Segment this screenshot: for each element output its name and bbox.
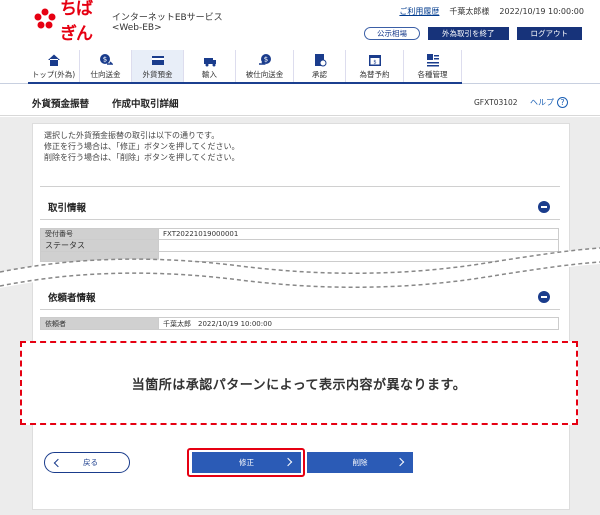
notice-line: 削除を行う場合は、「削除」ボタンを押してください。 [44,153,240,162]
last-login: 2022/10/19 10:00:00 [499,7,584,16]
main-nav: トップ(外為) $ 仕向送金 外貨預金 輸入 $ 被仕向送金 承認 $ 為替予約… [28,50,462,84]
header-buttons: 公示相場 外為取引を終了 ログアウト [364,27,582,40]
public-rates-button[interactable]: 公示相場 [364,27,420,40]
collapse-transaction-icon[interactable] [538,201,550,213]
section-divider [40,186,560,187]
nav-item-remit-out[interactable]: $ 仕向送金 [80,50,132,82]
title-bar: 外貨預金振替 作成中取引詳細 GFXT03102 ヘルプ ? [0,88,600,116]
delete-label: 削除 [352,458,368,467]
back-button[interactable]: 戻る [44,452,130,473]
svg-text:$: $ [373,59,376,65]
chevron-left-icon [53,458,63,467]
approve-icon [314,53,326,66]
notice-text: 選択した外貨預金振替の取引は以下の通りです。 修正を行う場合は、「修正」ボタンを… [44,130,240,163]
nav-item-import[interactable]: 輸入 [184,50,236,82]
collapse-requester-icon[interactable] [538,291,550,303]
nav-item-remit-in[interactable]: $ 被仕向送金 [236,50,294,82]
forex-reserve-icon: $ [368,54,381,66]
usage-history-link[interactable]: ご利用履歴 [399,6,439,17]
deposit-icon [151,55,164,65]
back-label: 戻る [83,458,98,467]
requester-table: 依頼者 千葉太郎 2022/10/19 10:00:00 [40,317,559,330]
nav-label: 各種管理 [417,69,448,79]
nav-item-forex-reserve[interactable]: $ 為替予約 [346,50,404,82]
chibagin-logo-icon [34,8,56,30]
table-cell: FXT20221019000001 [158,228,559,240]
svg-text:$: $ [102,55,106,63]
table-cell: 千葉太郎 2022/10/19 10:00:00 [158,317,559,330]
nav-label: 承認 [312,69,327,79]
logout-button[interactable]: ログアウト [516,27,582,40]
nav-item-fx-deposit[interactable]: 外貨預金 [132,50,184,82]
help-link[interactable]: ヘルプ ? [530,97,568,108]
table-row: 受付番号 FXT20221019000001 [40,228,559,240]
table-header-cell: 受付番号 [40,228,159,240]
nav-item-management[interactable]: 各種管理 [404,50,462,82]
nav-item-top[interactable]: トップ(外為) [28,50,80,82]
nav-label: 外貨預金 [142,69,173,79]
home-icon [47,54,60,66]
transaction-section-title: 取引情報 [48,203,87,214]
remit-in-icon: $ [258,53,271,65]
header: ちばぎん インターネットEBサービス <Web-EB> ご利用履歴 千葉太郎様 … [0,0,600,48]
notice-line: 選択した外貨預金振替の取引は以下の通りです。 [44,131,220,140]
section-divider [40,309,560,310]
bank-logo[interactable]: ちばぎん インターネットEBサービス <Web-EB> [34,0,234,44]
section-divider [40,219,560,220]
chevron-right-icon [395,457,405,467]
nav-label: 仕向送金 [90,69,121,79]
import-icon [203,57,216,66]
nav-label: 為替予約 [359,69,390,79]
page-title: 外貨預金振替 [32,99,90,110]
table-header-cell: 依頼者 [40,317,159,330]
remit-out-icon: $ [99,53,113,65]
page-subtitle: 作成中取引詳細 [112,99,179,110]
delete-button[interactable]: 削除 [307,452,413,473]
notice-line: 修正を行う場合は、「修正」ボタンを押してください。 [44,142,240,151]
help-icon: ? [557,97,568,108]
service-name: インターネットEBサービス <Web-EB> [111,12,223,33]
approval-pattern-text: 当箇所は承認パターンによって表示内容が異なります。 [131,377,467,393]
nav-label: トップ(外為) [31,69,76,79]
logo-text: ちばぎん [60,0,93,44]
end-fx-button[interactable]: 外為取引を終了 [428,27,509,40]
fix-button-highlight [187,448,305,477]
help-label: ヘルプ [530,98,554,107]
nav-label: 輸入 [202,69,217,79]
nav-label: 被仕向送金 [245,69,284,79]
user-name: 千葉太郎様 [449,7,490,16]
table-row: 依頼者 千葉太郎 2022/10/19 10:00:00 [40,317,559,330]
nav-item-approve[interactable]: 承認 [294,50,346,82]
content-break-wave [0,247,600,288]
screen-code: GFXT03102 [474,98,518,107]
svg-text:$: $ [263,55,267,63]
requester-section-title: 依頼者情報 [48,293,96,304]
top-links: ご利用履歴 千葉太郎様 2022/10/19 10:00:00 [399,6,584,17]
management-icon [426,53,439,66]
approval-pattern-note: 当箇所は承認パターンによって表示内容が異なります。 [20,341,578,425]
